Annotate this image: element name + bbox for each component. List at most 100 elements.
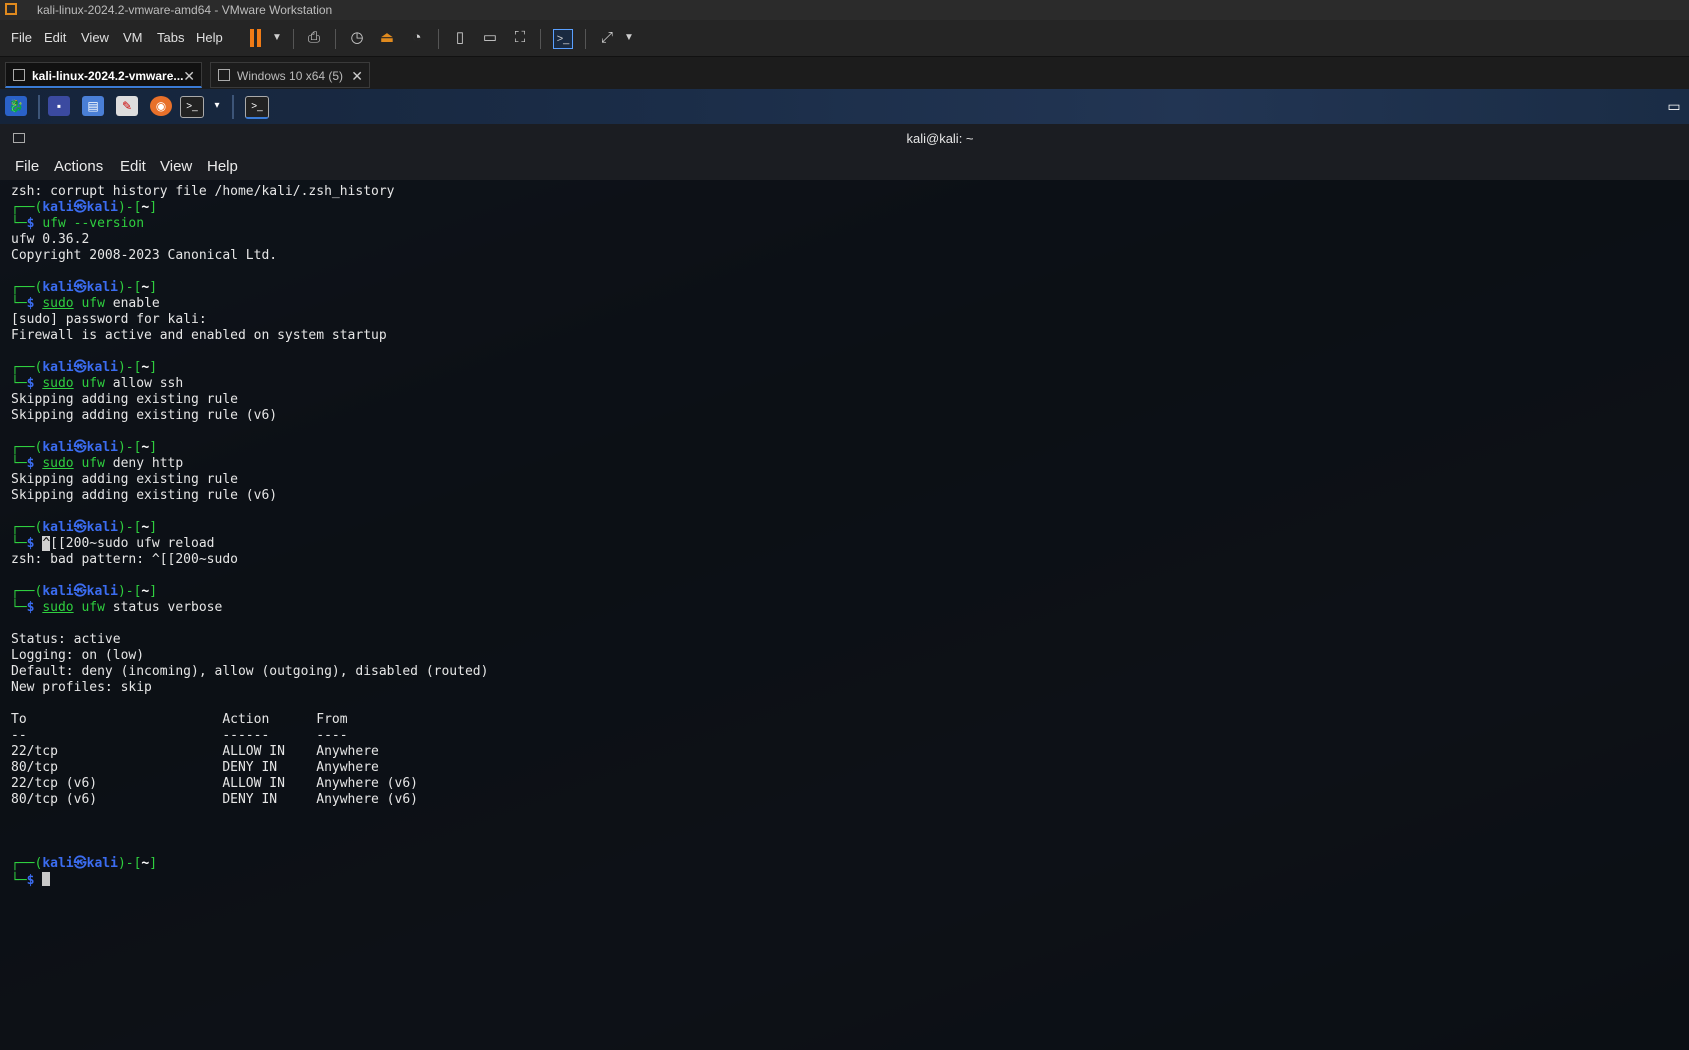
thumbnail-icon[interactable]: ▭ <box>481 29 499 47</box>
prompt-bracket: └─ <box>11 600 27 615</box>
terminal-output-line: [sudo] password for kali: <box>11 312 215 327</box>
tab-label: Windows 10 x64 (5) <box>237 69 344 83</box>
terminal-output-line: 80/tcp (v6) DENY IN Anywhere (v6) <box>11 792 418 807</box>
prompt-dollar: $ <box>26 216 43 231</box>
prompt-dollar: $ <box>26 600 43 615</box>
command-args: --version <box>65 216 145 231</box>
terminal-output-line: -- ------ ---- <box>11 728 348 743</box>
library-icon[interactable]: ▯ <box>451 29 469 47</box>
notification-icon[interactable]: ▭ <box>1663 96 1685 116</box>
taskbar-terminal-icon[interactable]: >_ <box>245 96 269 119</box>
terminal-output-line: New profiles: skip <box>11 680 152 695</box>
firefox-icon[interactable]: ◉ <box>150 96 172 116</box>
prompt-dollar: $ <box>26 296 43 311</box>
term-menu-help[interactable]: Help <box>207 154 238 180</box>
prompt-dollar: $ <box>26 873 43 888</box>
prompt-bracket: ┌──( <box>11 280 43 295</box>
prompt-dollar: $ <box>26 536 43 551</box>
send-ctrl-alt-del-icon[interactable]: ⎙ <box>305 29 323 47</box>
terminal-prompt-line: ┌──(kali㉿kali)-[~] <box>11 360 1681 376</box>
vm-menu-view[interactable]: View <box>81 30 109 45</box>
pause-dropdown-icon[interactable]: ▼ <box>268 29 286 47</box>
close-icon[interactable]: ✕ <box>351 63 363 89</box>
kali-menu-icon[interactable]: 🐉 <box>5 96 27 116</box>
chevron-down-icon[interactable]: ▾ <box>206 96 228 116</box>
command-sudo: sudo <box>42 456 74 471</box>
pause-icon[interactable] <box>250 29 262 47</box>
vm-menu-file[interactable]: File <box>11 30 32 45</box>
prompt-bracket: ] <box>149 360 158 375</box>
term-menu-edit[interactable]: Edit <box>120 154 146 180</box>
vm-menu-edit[interactable]: Edit <box>44 30 66 45</box>
snapshot-icon[interactable]: ◷ <box>348 29 366 47</box>
prompt-bracket: ┌──( <box>11 856 43 871</box>
prompt-bracket: ] <box>149 584 158 599</box>
vm-menu-help[interactable]: Help <box>196 30 223 45</box>
snapshot-manager-icon[interactable]: ◔ <box>408 29 426 47</box>
revert-snapshot-icon[interactable]: ⏏ <box>378 29 396 47</box>
vm-menu-tabs[interactable]: Tabs <box>157 30 184 45</box>
terminal-output-line: Default: deny (incoming), allow (outgoin… <box>11 664 489 679</box>
prompt-bracket: )-[ <box>117 200 142 215</box>
prompt-bracket: )-[ <box>117 440 142 455</box>
terminal-output-line: zsh: corrupt history file /home/kali/.zs… <box>11 184 395 199</box>
terminal-prompt-line: ┌──(kali㉿kali)-[~] <box>11 280 1681 296</box>
terminal-prompt-line: ┌──(kali㉿kali)-[~] <box>11 856 1681 872</box>
prompt-dollar: $ <box>26 376 43 391</box>
prompt-bracket: ┌──( <box>11 584 43 599</box>
prompt-user-host: kali㉿kali <box>42 584 118 599</box>
show-desktop-icon[interactable]: ▪ <box>48 96 70 116</box>
vm-tab-icon <box>13 69 25 81</box>
prompt-bracket: ] <box>149 520 158 535</box>
tab-windows10[interactable]: Windows 10 x64 (5) ✕ <box>210 62 370 88</box>
terminal-output-line: 22/tcp (v6) ALLOW IN Anywhere (v6) <box>11 776 418 791</box>
terminal-prompt-line: ┌──(kali㉿kali)-[~] <box>11 440 1681 456</box>
stretch-dropdown-icon[interactable]: ▼ <box>620 29 638 47</box>
terminal-menubar: File Actions Edit View Help <box>0 154 1689 180</box>
terminal-command-line: └─$ <box>11 872 1681 888</box>
file-manager-icon[interactable]: ▤ <box>82 96 104 116</box>
console-view-icon[interactable]: >_ <box>553 29 573 49</box>
command-name: ufw <box>81 376 105 391</box>
term-menu-actions[interactable]: Actions <box>54 154 103 180</box>
command-name: ufw <box>81 456 105 471</box>
term-menu-view[interactable]: View <box>160 154 192 180</box>
vm-menu-vm[interactable]: VM <box>123 30 143 45</box>
command-name: ufw <box>81 600 105 615</box>
prompt-user-host: kali㉿kali <box>42 440 118 455</box>
prompt-bracket: ] <box>149 280 158 295</box>
terminal-command-line: └─$ ^[[200~sudo ufw reload <box>11 536 1681 552</box>
terminal-output[interactable]: zsh: corrupt history file /home/kali/.zs… <box>11 184 1681 888</box>
prompt-bracket: └─ <box>11 873 27 888</box>
prompt-bracket: )-[ <box>117 360 142 375</box>
terminal-command-line: └─$ sudo ufw status verbose <box>11 600 1681 616</box>
terminal-prompt-line: ┌──(kali㉿kali)-[~] <box>11 200 1681 216</box>
terminal-icon[interactable]: >_ <box>180 96 204 118</box>
terminal-command-line: └─$ sudo ufw enable <box>11 296 1681 312</box>
term-menu-file[interactable]: File <box>15 154 39 180</box>
prompt-bracket: └─ <box>11 296 27 311</box>
prompt-bracket: )-[ <box>117 520 142 535</box>
prompt-user-host: kali㉿kali <box>42 200 118 215</box>
prompt-bracket: ] <box>149 440 158 455</box>
command-args: enable <box>104 296 160 311</box>
text-editor-icon[interactable]: ✎ <box>116 96 138 116</box>
terminal-output-line: ufw 0.36.2 <box>11 232 90 247</box>
stretch-guest-icon[interactable]: ⤢ <box>598 29 616 47</box>
fullscreen-icon[interactable]: ⛶ <box>511 29 529 47</box>
terminal-output-line: zsh: bad pattern: ^[[200~sudo <box>11 552 238 567</box>
tab-kali[interactable]: kali-linux-2024.2-vmware... ✕ <box>5 62 202 88</box>
vm-tabbar: kali-linux-2024.2-vmware... ✕ Windows 10… <box>0 57 1689 89</box>
prompt-bracket: ┌──( <box>11 200 43 215</box>
command-args: allow ssh <box>104 376 184 391</box>
close-icon[interactable]: ✕ <box>183 63 195 89</box>
terminal-output-line: Logging: on (low) <box>11 648 145 663</box>
vm-tab-icon <box>218 69 230 81</box>
terminal-prompt-line: ┌──(kali㉿kali)-[~] <box>11 584 1681 600</box>
command-name: ufw <box>81 296 105 311</box>
